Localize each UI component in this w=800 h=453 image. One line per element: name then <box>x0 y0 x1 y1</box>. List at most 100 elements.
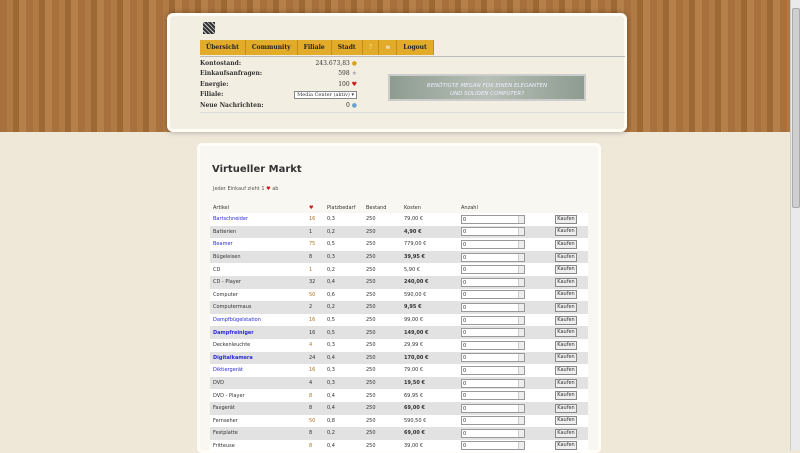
buy-button[interactable]: Kaufen <box>555 252 577 262</box>
spinner-arrows-icon[interactable] <box>518 316 524 324</box>
buy-button[interactable]: Kaufen <box>555 315 577 325</box>
table-row: CD - Player 32 0,4 250 240,00 € 0 Kaufen <box>210 275 588 289</box>
quantity-stepper[interactable]: 0 <box>461 340 525 350</box>
buy-button[interactable]: Kaufen <box>555 227 577 237</box>
spinner-arrows-icon[interactable] <box>518 404 524 412</box>
item-energy: 16 <box>306 313 324 327</box>
messages-value[interactable]: 0 <box>346 102 350 109</box>
item-energy: 50 <box>306 288 324 302</box>
quantity-cell: 0 <box>458 225 541 239</box>
spinner-arrows-icon[interactable] <box>518 329 524 337</box>
buy-button[interactable]: Kaufen <box>555 265 577 275</box>
scrollbar[interactable] <box>790 0 800 450</box>
spinner-arrows-icon[interactable] <box>518 341 524 349</box>
quantity-stepper[interactable]: 0 <box>461 428 525 438</box>
spinner-arrows-icon[interactable] <box>518 240 524 248</box>
quantity-stepper[interactable]: 0 <box>461 214 525 224</box>
spinner-arrows-icon[interactable] <box>518 291 524 299</box>
table-row: Fernseher 50 0,8 250 590,50 € 0 Kaufen <box>210 414 588 428</box>
item-space: 0,2 <box>324 263 363 276</box>
item-name[interactable]: Beamer <box>210 238 306 251</box>
quantity-stepper[interactable]: 0 <box>461 403 525 413</box>
nav-uebersicht[interactable]: Übersicht <box>200 40 246 55</box>
quantity-stepper[interactable]: 0 <box>461 239 525 249</box>
energy-value: 100 <box>338 80 350 88</box>
spinner-arrows-icon[interactable] <box>518 228 524 236</box>
logo-icon[interactable] <box>203 22 215 34</box>
buy-button[interactable]: Kaufen <box>555 391 577 401</box>
quantity-cell: 0 <box>458 238 541 251</box>
item-name[interactable]: Diktiergerät <box>210 364 306 377</box>
quantity-stepper[interactable]: 0 <box>461 365 525 375</box>
buy-button[interactable]: Kaufen <box>555 214 577 224</box>
quantity-stepper[interactable]: 0 <box>461 290 525 300</box>
item-space: 0,5 <box>324 326 363 339</box>
balance-label: Kontostand: <box>200 59 242 67</box>
quantity-stepper[interactable]: 0 <box>461 353 525 363</box>
quantity-stepper[interactable]: 0 <box>461 277 525 287</box>
spinner-arrows-icon[interactable] <box>518 278 524 286</box>
scrollbar-thumb[interactable] <box>792 8 800 208</box>
quantity-stepper[interactable]: 0 <box>461 265 525 275</box>
item-cost: 79,00 € <box>401 364 458 377</box>
quantity-value: 0 <box>463 254 467 261</box>
item-name[interactable]: Dampfreiniger <box>210 326 306 339</box>
item-cost: 29,99 € <box>401 338 458 352</box>
item-name[interactable]: Digitalkamera <box>210 351 306 365</box>
nav-filiale[interactable]: Filiale <box>298 40 332 55</box>
item-cost: 99,00 € <box>401 313 458 327</box>
buy-button[interactable]: Kaufen <box>555 290 577 300</box>
quantity-stepper[interactable]: 0 <box>461 315 525 325</box>
spinner-arrows-icon[interactable] <box>518 442 524 450</box>
buy-button[interactable]: Kaufen <box>555 365 577 375</box>
market-panel: Virtueller Markt Jeder Einkauf zieht 1 ♥… <box>197 143 601 453</box>
buy-button[interactable]: Kaufen <box>555 403 577 413</box>
quantity-value: 0 <box>463 229 467 236</box>
item-stock: 250 <box>363 351 401 365</box>
buy-button[interactable]: Kaufen <box>555 340 577 350</box>
quantity-stepper[interactable]: 0 <box>461 328 525 338</box>
quantity-stepper[interactable]: 0 <box>461 391 525 401</box>
quantity-stepper[interactable]: 0 <box>461 252 525 262</box>
spinner-arrows-icon[interactable] <box>518 266 524 274</box>
quantity-stepper[interactable]: 0 <box>461 416 525 426</box>
spinner-arrows-icon[interactable] <box>518 392 524 400</box>
buy-button[interactable]: Kaufen <box>555 428 577 438</box>
item-stock: 250 <box>363 414 401 428</box>
buy-button[interactable]: Kaufen <box>555 328 577 338</box>
branch-select[interactable]: Media Center (aktiv) ▾ <box>294 90 357 99</box>
spinner-arrows-icon[interactable] <box>518 366 524 374</box>
spinner-arrows-icon[interactable] <box>518 417 524 425</box>
nav-community[interactable]: Community <box>246 40 298 55</box>
buy-button[interactable]: Kaufen <box>555 416 577 426</box>
buy-button[interactable]: Kaufen <box>555 378 577 388</box>
buy-button[interactable]: Kaufen <box>555 353 577 363</box>
item-space: 0,2 <box>324 225 363 239</box>
help-icon[interactable]: ? <box>363 40 380 55</box>
quantity-stepper[interactable]: 0 <box>461 441 525 451</box>
spinner-arrows-icon[interactable] <box>518 429 524 437</box>
item-name[interactable]: Dampfbügelstation <box>210 313 306 327</box>
nav-stadt[interactable]: Stadt <box>332 40 363 55</box>
buy-button[interactable]: Kaufen <box>555 441 577 451</box>
spinner-arrows-icon[interactable] <box>518 215 524 223</box>
spinner-arrows-icon[interactable] <box>518 303 524 311</box>
settings-icon[interactable]: ≡ <box>379 40 398 55</box>
spinner-arrows-icon[interactable] <box>518 379 524 387</box>
buy-button[interactable]: Kaufen <box>555 277 577 287</box>
energy-note: Jeder Einkauf zieht 1 ♥ ab <box>213 186 278 192</box>
quantity-value: 0 <box>463 367 467 374</box>
quantity-stepper[interactable]: 0 <box>461 227 525 237</box>
buy-button[interactable]: Kaufen <box>555 239 577 249</box>
ad-banner[interactable]: BENÖTIGTE MEGAN FOX EINEN ELEGANTEN UND … <box>388 74 586 101</box>
quantity-value: 0 <box>463 267 467 274</box>
quantity-stepper[interactable]: 0 <box>461 302 525 312</box>
nav-logout[interactable]: Logout <box>397 40 434 55</box>
item-stock: 250 <box>363 250 401 264</box>
action-cell: Kaufen <box>541 213 588 226</box>
spinner-arrows-icon[interactable] <box>518 253 524 261</box>
quantity-stepper[interactable]: 0 <box>461 378 525 388</box>
spinner-arrows-icon[interactable] <box>518 354 524 362</box>
item-name[interactable]: Bartschneider <box>210 213 306 226</box>
buy-button[interactable]: Kaufen <box>555 302 577 312</box>
